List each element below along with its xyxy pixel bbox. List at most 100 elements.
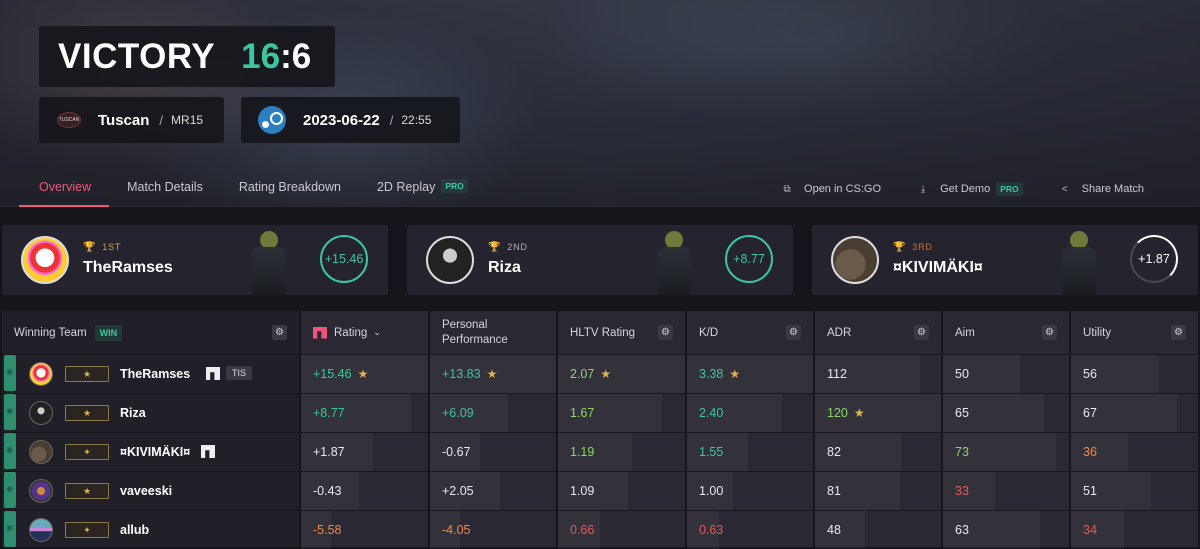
utility-cell: 67 [1071,394,1097,432]
star-icon: ★ [853,406,865,420]
tab-rating-breakdown[interactable]: Rating Breakdown [239,170,341,207]
cell-value: +6.09 [442,406,474,420]
pro-badge: PRO [996,182,1023,196]
table-row[interactable]: ★ TheRamses TIS +15.46 ★ +13.83 ★ 2.07 ★ 3.… [2,355,1198,393]
gear-icon[interactable]: ⚙ [272,325,287,340]
eye-icon[interactable] [4,355,16,391]
player-name[interactable]: allub [120,523,149,537]
personal-cell: +6.09 [430,394,474,432]
top-player-card[interactable]: 🏆 1ST TheRamses +15.46 [2,225,388,295]
table-row[interactable]: ✦ allub -5.58 -4.05 0.66 0.63 48 63 34 [2,511,1198,549]
tab-match-details[interactable]: Match Details [127,170,203,207]
trophy-icon: 🏆 [488,242,502,253]
cell-value: 63 [955,523,969,537]
player-name[interactable]: Riza [120,406,146,420]
rating-cell: -5.58 [301,511,342,549]
table-row[interactable]: ✦ ¤KIVIMÄKI¤ +1.87 -0.67 1.19 1.55 82 73… [2,433,1198,471]
get-demo-button[interactable]: ⤓ Get Demo PRO [917,182,1023,196]
star-icon: ★ [729,367,741,381]
avatar [29,479,53,503]
external-link-icon: ⧉ [783,183,791,195]
adr-cell: 81 [815,472,841,510]
eye-icon[interactable] [4,394,16,430]
tab-label: Match Details [127,180,203,194]
column-header-aim[interactable]: Aim ⚙ [943,311,1069,354]
cell-value: 36 [1083,445,1097,459]
agent-icon [248,231,288,295]
chevron-down-icon: ⌄ [373,327,381,337]
kd-cell: 1.55 [687,433,723,471]
cell-value: -0.43 [313,484,342,498]
score-lose: 6 [291,36,312,76]
column-label: Personal Performance [442,318,508,346]
cell-value: 33 [955,484,969,498]
cell-value: 1.67 [570,406,595,420]
column-header-hltv[interactable]: HLTV Rating ⚙ [558,311,685,354]
utility-cell: 51 [1071,472,1097,510]
column-header-adr[interactable]: ADR ⚙ [815,311,941,354]
action-label: Share Match [1081,183,1144,195]
hltv-cell: 1.09 [558,472,594,510]
avatar [29,518,53,542]
tab-2d-replay[interactable]: 2D Replay PRO [377,170,468,207]
top-player-card[interactable]: 🏆 3RD ¤KIVIMÄKI¤ +1.87 [812,225,1198,295]
avatar [29,440,53,464]
table-row[interactable]: ★ vaveeski -0.43 +2.05 1.09 1.00 81 33 5… [2,472,1198,510]
separator: / [389,112,394,128]
kd-cell: 3.38 ★ [687,355,740,393]
kd-cell: 2.40 [687,394,723,432]
column-label: ADR [827,326,852,339]
aim-cell: 63 [943,511,969,549]
map-info: TUSCAN Tuscan / MR15 [39,97,224,143]
adr-cell: 120 ★ [815,394,865,432]
player-name[interactable]: TheRamses [120,367,190,381]
tab-label: Overview [39,180,92,194]
cell-value: +1.87 [313,445,345,459]
cell-value: 65 [955,406,969,420]
aim-cell: 65 [943,394,969,432]
top-player-card[interactable]: 🏆 2ND Riza +8.77 [407,225,793,295]
player-name[interactable]: ¤KIVIMÄKI¤ [120,445,190,459]
gear-icon[interactable]: ⚙ [658,325,673,340]
action-label: Open in CS:GO [804,183,882,195]
cell-value: 1.00 [699,484,724,498]
column-header-rating[interactable]: Rating ⌄ [301,311,428,354]
rating-ring: +8.77 [725,235,773,283]
column-header-personal[interactable]: Personal Performance [430,311,556,354]
placement-label: 1ST [102,242,122,252]
utility-cell: 56 [1071,355,1097,393]
player-name[interactable]: vaveeski [120,484,172,498]
tab-label: 2D Replay [376,180,436,194]
rating-cell: +1.87 [301,433,345,471]
gear-icon[interactable]: ⚙ [1171,325,1186,340]
eye-icon[interactable] [4,472,16,508]
column-label: Utility [1083,326,1112,339]
aim-cell: 50 [943,355,969,393]
table-header: Winning Team WIN ⚙ Rating ⌄ Personal Per… [2,311,1198,354]
share-match-button[interactable]: < Share Match [1059,182,1144,196]
column-header-utility[interactable]: Utility ⚙ [1071,311,1198,354]
eye-icon[interactable] [4,433,16,469]
avatar [29,362,53,386]
eye-icon[interactable] [4,511,16,547]
table-row[interactable]: ★ Riza +8.77 +6.09 1.67 2.40 120 ★ 65 67 [2,394,1198,432]
match-actions: ⧉ Open in CS:GO ⤓ Get Demo PRO < Share Match [745,182,1144,196]
aim-cell: 73 [943,433,969,471]
column-header-kd[interactable]: K/D ⚙ [687,311,813,354]
open-in-csgo-button[interactable]: ⧉ Open in CS:GO [781,182,881,196]
gear-icon[interactable]: ⚙ [914,325,929,340]
cell-value: -4.05 [442,523,471,537]
gear-icon[interactable]: ⚙ [1042,325,1057,340]
result-banner: VICTORY 16:6 [39,26,335,87]
gear-icon[interactable]: ⚙ [786,325,801,340]
cell-value: 0.66 [570,523,595,537]
avatar [831,236,879,284]
tab-overview[interactable]: Overview [18,170,110,207]
cell-value: 34 [1083,523,1097,537]
cell-value: +15.46 [313,367,352,381]
match-score: 16:6 [241,37,311,77]
player-name: Riza [488,259,521,276]
personal-cell: -4.05 [430,511,471,549]
cell-value: 1.19 [570,445,595,459]
agent-icon [1058,231,1098,295]
